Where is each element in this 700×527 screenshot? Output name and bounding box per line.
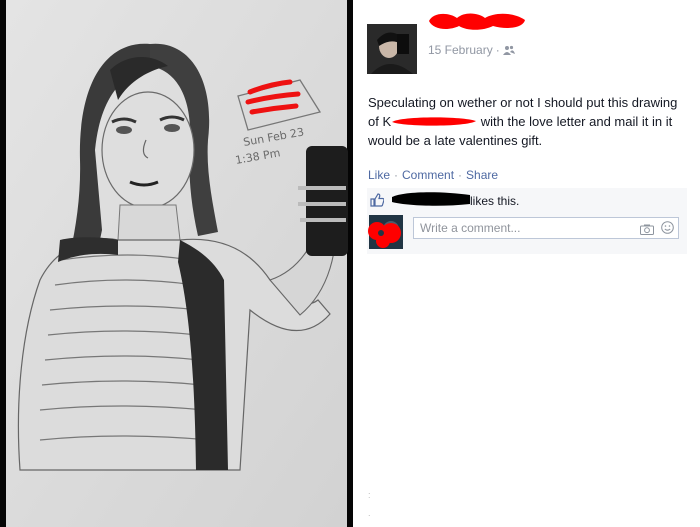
post-text: Speculating on wether or not I should pu… xyxy=(368,93,688,150)
emoji-icon[interactable] xyxy=(661,221,674,239)
feedback-box: likes this. xyxy=(367,188,687,254)
scroll-marker: : xyxy=(368,490,371,500)
post-text-line3: would be a late valentines gift. xyxy=(368,133,543,148)
comment-link[interactable]: Comment xyxy=(402,168,454,182)
like-link[interactable]: Like xyxy=(368,168,390,182)
action-separator: · xyxy=(458,168,463,182)
camera-icon[interactable] xyxy=(640,222,654,240)
likes-text: likes this. xyxy=(470,194,520,208)
post-text-line2-suffix: with the love letter and mail it in it xyxy=(477,114,673,129)
meta-separator: · xyxy=(495,43,500,57)
post-actions: Like · Comment · Share xyxy=(368,168,498,182)
drawn-phone xyxy=(306,146,348,256)
action-separator: · xyxy=(394,168,399,182)
post-text-line1: Speculating on wether or not I should pu… xyxy=(368,95,678,110)
comment-row xyxy=(367,215,687,249)
name-redaction xyxy=(392,117,477,126)
liker-name-redaction xyxy=(392,192,470,206)
post-date[interactable]: 15 February xyxy=(428,43,493,57)
post-meta: 15 February · xyxy=(428,43,515,58)
author-avatar[interactable] xyxy=(367,24,417,74)
post-text-line2-prefix: of K xyxy=(368,114,392,129)
post-panel: 15 February · Speculating on wether or no… xyxy=(353,0,700,527)
post-photo[interactable]: Sun Feb 23 1:38 Pm xyxy=(0,0,353,527)
share-link[interactable]: Share xyxy=(466,168,498,182)
avatar-redaction xyxy=(368,222,401,248)
audience-friends-icon[interactable] xyxy=(502,44,515,58)
author-name-redaction[interactable] xyxy=(427,10,527,32)
scroll-marker: . xyxy=(368,508,371,518)
like-thumb-icon xyxy=(370,193,385,210)
post-text-line2: of K with the love letter and mail it in… xyxy=(368,112,688,131)
likes-row: likes this. xyxy=(370,192,680,210)
